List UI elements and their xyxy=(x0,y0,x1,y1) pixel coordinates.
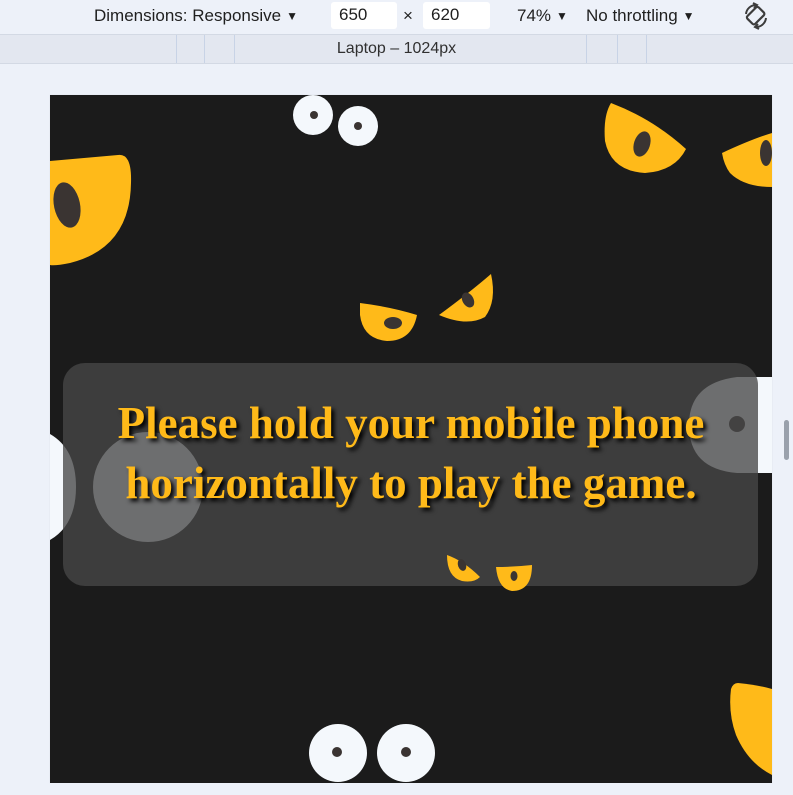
yellow-eye-far-right xyxy=(722,133,772,187)
rotate-device-modal: Please hold your mobile phone horizontal… xyxy=(63,363,758,586)
media-query-bar[interactable]: Laptop – 1024px xyxy=(0,34,793,64)
width-input[interactable]: 650 xyxy=(331,2,397,29)
caret-down-icon: ▼ xyxy=(286,9,298,23)
yellow-eye-left xyxy=(50,154,132,266)
devtools-toolbar: Dimensions: Responsive ▼ 650 × 620 74% ▼… xyxy=(0,0,793,34)
yellow-eye-bottom-right xyxy=(730,683,772,775)
zoom-label: 74% xyxy=(517,6,552,25)
viewport-bottom-gutter xyxy=(50,783,772,795)
caret-down-icon: ▼ xyxy=(682,9,695,23)
height-input[interactable]: 620 xyxy=(423,2,490,29)
media-query-label: Laptop – 1024px xyxy=(336,40,457,57)
caret-down-icon: ▼ xyxy=(556,9,568,23)
yellow-eyes-center xyxy=(360,274,493,341)
yellow-eyes-small xyxy=(447,555,532,591)
yellow-eye-top-right xyxy=(604,103,686,173)
white-eyes-top xyxy=(293,95,378,146)
rotate-device-message: Please hold your mobile phone horizontal… xyxy=(117,398,705,508)
scrollbar-handle[interactable] xyxy=(784,420,789,460)
dimensions-label: Dimensions: Responsive xyxy=(94,6,282,25)
white-eyes-bottom xyxy=(309,724,435,782)
rotate-icon[interactable] xyxy=(742,2,770,30)
times-symbol: × xyxy=(403,6,413,25)
throttling-dropdown[interactable]: No throttling ▼ xyxy=(586,0,695,32)
zoom-dropdown[interactable]: 74% ▼ xyxy=(517,0,568,32)
device-viewport: Please hold your mobile phone horizontal… xyxy=(50,95,772,783)
throttling-label: No throttling xyxy=(586,6,678,25)
dimensions-dropdown[interactable]: Dimensions: Responsive ▼ xyxy=(94,0,298,32)
